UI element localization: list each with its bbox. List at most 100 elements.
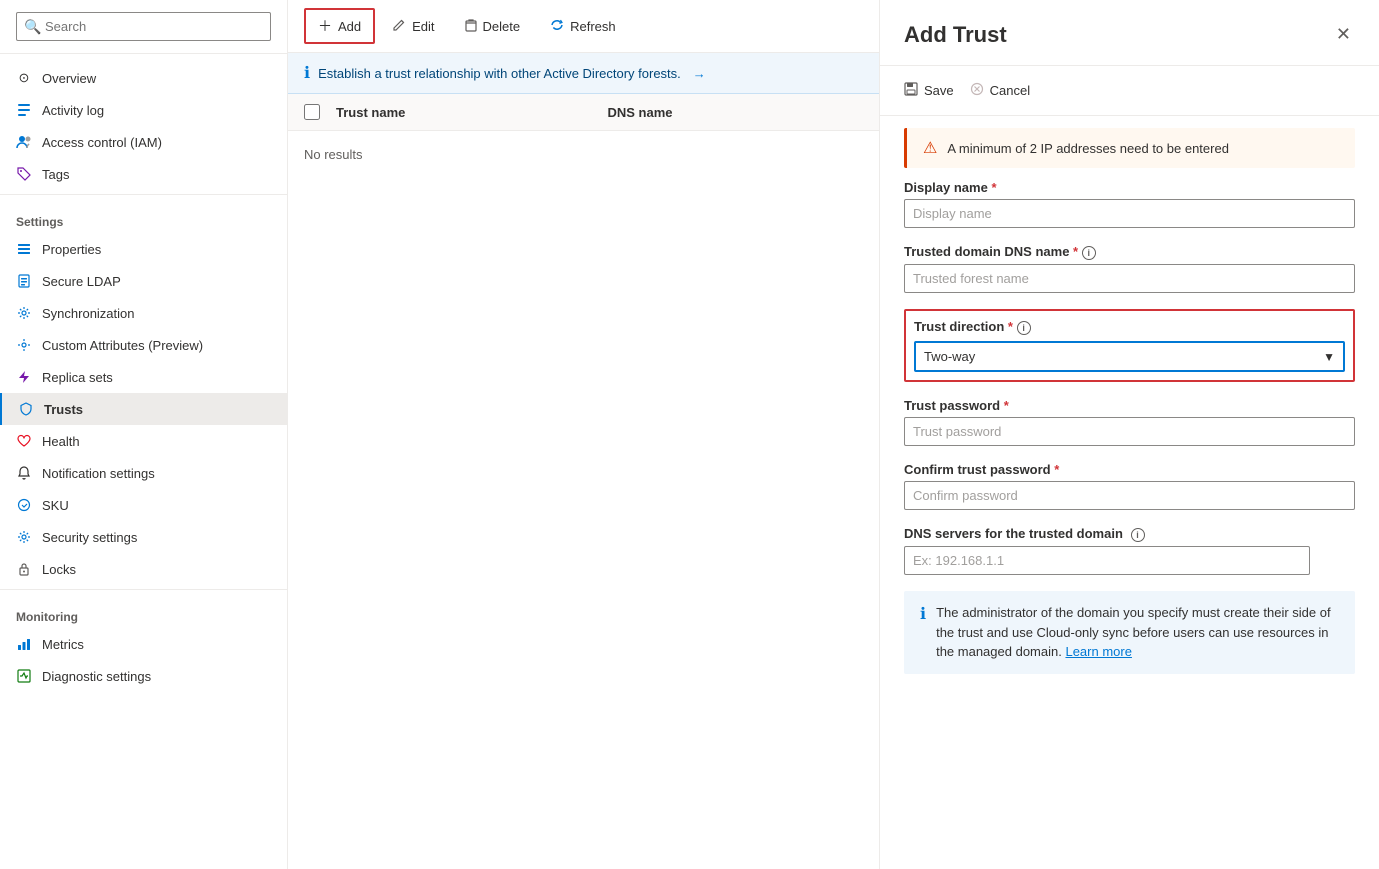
panel-title: Add Trust: [904, 22, 1007, 48]
sidebar-item-security-settings[interactable]: Security settings: [0, 521, 287, 553]
sidebar-item-access-control[interactable]: Access control (IAM): [0, 126, 287, 158]
doc-icon: [16, 273, 32, 289]
sidebar-item-label: Tags: [42, 167, 69, 182]
sidebar-item-activity-log[interactable]: Activity log: [0, 94, 287, 126]
trusted-dns-input[interactable]: [904, 264, 1355, 293]
sidebar-item-locks[interactable]: Locks: [0, 553, 287, 585]
warning-icon: ⚠: [923, 138, 937, 158]
list-icon: [16, 102, 32, 118]
chart-icon: [16, 636, 32, 652]
display-name-input[interactable]: [904, 199, 1355, 228]
trust-password-required: *: [1004, 398, 1009, 413]
sidebar-item-trusts[interactable]: Trusts: [0, 393, 287, 425]
trusted-dns-group: Trusted domain DNS name * i: [904, 244, 1355, 293]
trusted-dns-label: Trusted domain DNS name * i: [904, 244, 1355, 260]
trust-password-label: Trust password *: [904, 398, 1355, 413]
sidebar-item-label: Activity log: [42, 103, 104, 118]
trust-direction-info-icon[interactable]: i: [1017, 321, 1031, 335]
sidebar-item-label: Replica sets: [42, 370, 113, 385]
admin-info-banner: ℹ The administrator of the domain you sp…: [904, 591, 1355, 674]
panel-close-button[interactable]: ✕: [1332, 20, 1355, 49]
bell-icon: [16, 465, 32, 481]
confirm-password-input[interactable]: [904, 481, 1355, 510]
search-input[interactable]: [16, 12, 271, 41]
select-all-checkbox[interactable]: [304, 104, 320, 120]
info-banner-text: Establish a trust relationship with othe…: [318, 66, 681, 81]
sidebar: 🔍 ⊙ Overview Activity log Access control…: [0, 0, 288, 869]
trusted-dns-info-icon[interactable]: i: [1082, 246, 1096, 260]
trust-direction-label: Trust direction * i: [914, 319, 1345, 335]
sidebar-item-replica-sets[interactable]: Replica sets: [0, 361, 287, 393]
info-banner-link[interactable]: →: [693, 66, 706, 81]
sidebar-item-label: Custom Attributes (Preview): [42, 338, 203, 353]
heart-icon: [16, 433, 32, 449]
gear-icon: [16, 305, 32, 321]
lightning-icon: [16, 369, 32, 385]
refresh-icon: [550, 18, 564, 35]
delete-button[interactable]: Delete: [452, 11, 534, 42]
table-area: Trust name DNS name No results: [288, 94, 879, 869]
refresh-label: Refresh: [570, 19, 616, 34]
sidebar-item-diagnostic-settings[interactable]: Diagnostic settings: [0, 660, 287, 692]
sidebar-item-sku[interactable]: SKU: [0, 489, 287, 521]
sidebar-item-label: Secure LDAP: [42, 274, 121, 289]
no-results-text: No results: [288, 131, 879, 178]
learn-more-link[interactable]: Learn more: [1065, 644, 1131, 659]
panel-form: Display name * Trusted domain DNS name *…: [880, 180, 1379, 714]
add-label: Add: [338, 19, 361, 34]
tag-icon: [16, 166, 32, 182]
sidebar-item-synchronization[interactable]: Synchronization: [0, 297, 287, 329]
sidebar-item-notification-settings[interactable]: Notification settings: [0, 457, 287, 489]
cancel-button[interactable]: Cancel: [970, 78, 1030, 103]
monitoring-section-label: Monitoring: [0, 594, 287, 628]
sidebar-item-custom-attributes[interactable]: Custom Attributes (Preview): [0, 329, 287, 361]
main-content: ＋ Add Edit Delete Refresh ℹ Establish a …: [288, 0, 879, 869]
trust-icon: [18, 401, 34, 417]
settings-section-label: Settings: [0, 199, 287, 233]
sidebar-item-label: Synchronization: [42, 306, 135, 321]
trust-password-group: Trust password *: [904, 398, 1355, 446]
sidebar-item-label: Notification settings: [42, 466, 155, 481]
trust-direction-required: *: [1008, 319, 1013, 334]
dns-servers-info-icon[interactable]: i: [1131, 528, 1145, 542]
table-header: Trust name DNS name: [288, 94, 879, 131]
sku-icon: [16, 497, 32, 513]
people-icon: [16, 134, 32, 150]
info-banner: ℹ Establish a trust relationship with ot…: [288, 53, 879, 94]
add-trust-panel: Add Trust ✕ Save Cancel ⚠ A minimum of 2…: [879, 0, 1379, 869]
trust-direction-select[interactable]: Two-way One-way: incoming One-way: outgo…: [914, 341, 1345, 372]
save-label: Save: [924, 83, 954, 98]
delete-label: Delete: [483, 19, 521, 34]
sidebar-item-label: Trusts: [44, 402, 83, 417]
sidebar-item-metrics[interactable]: Metrics: [0, 628, 287, 660]
add-button[interactable]: ＋ Add: [304, 8, 375, 44]
sidebar-item-properties[interactable]: Properties: [0, 233, 287, 265]
cancel-label: Cancel: [990, 83, 1030, 98]
display-name-label: Display name *: [904, 180, 1355, 195]
sidebar-item-health[interactable]: Health: [0, 425, 287, 457]
refresh-button[interactable]: Refresh: [537, 11, 629, 42]
panel-header: Add Trust ✕: [880, 0, 1379, 66]
trust-password-input[interactable]: [904, 417, 1355, 446]
edit-button[interactable]: Edit: [379, 11, 447, 42]
sidebar-item-overview[interactable]: ⊙ Overview: [0, 62, 287, 94]
col-dns-name-header: DNS name: [608, 105, 864, 120]
display-name-group: Display name *: [904, 180, 1355, 228]
delete-icon: [465, 18, 477, 35]
sidebar-search-container: 🔍: [0, 0, 287, 54]
confirm-password-group: Confirm trust password *: [904, 462, 1355, 510]
admin-info-icon: ℹ: [920, 604, 926, 624]
admin-info-text: The administrator of the domain you spec…: [936, 603, 1339, 662]
warning-text: A minimum of 2 IP addresses need to be e…: [947, 141, 1229, 156]
warning-banner: ⚠ A minimum of 2 IP addresses need to be…: [904, 128, 1355, 168]
dns-servers-input[interactable]: [904, 546, 1310, 575]
diag-icon: [16, 668, 32, 684]
sidebar-item-secure-ldap[interactable]: Secure LDAP: [0, 265, 287, 297]
display-name-required: *: [991, 180, 996, 195]
circle-icon: ⊙: [16, 70, 32, 86]
sidebar-item-label: SKU: [42, 498, 69, 513]
sidebar-item-label: Overview: [42, 71, 96, 86]
save-button[interactable]: Save: [904, 78, 954, 103]
sidebar-item-tags[interactable]: Tags: [0, 158, 287, 190]
trust-direction-select-wrap: Two-way One-way: incoming One-way: outgo…: [914, 341, 1345, 372]
